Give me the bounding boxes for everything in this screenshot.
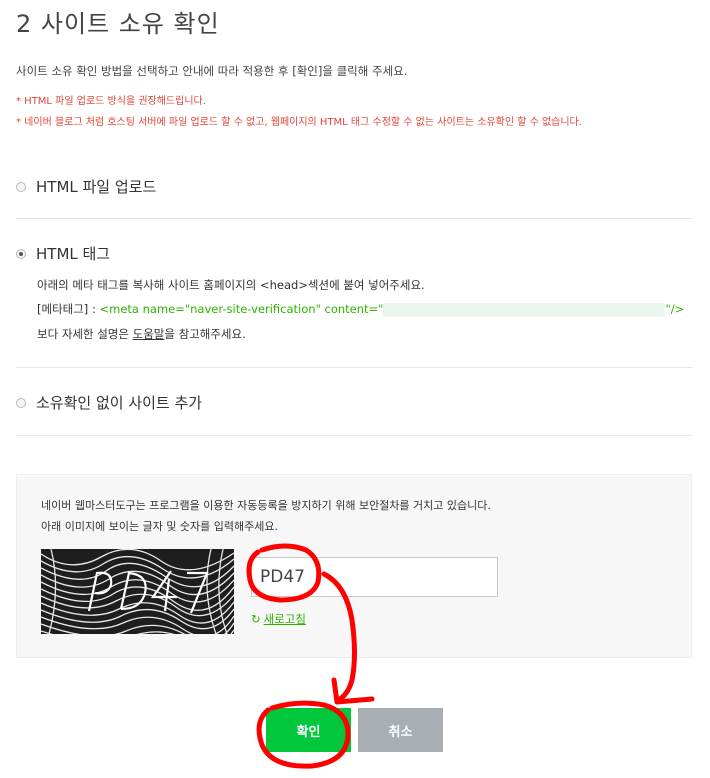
confirm-button[interactable]: 확인 bbox=[266, 708, 351, 752]
help-link[interactable]: 도움말 bbox=[133, 327, 165, 341]
captcha-image bbox=[41, 549, 234, 634]
divider bbox=[16, 435, 692, 436]
option-no-verify[interactable]: 소유확인 없이 사이트 추가 bbox=[16, 392, 692, 413]
html-tag-instruction: 아래의 메타 태그를 복사해 사이트 홈페이지의 <head>섹션에 붙여 넣어… bbox=[37, 278, 425, 292]
help-prefix: 보다 자세한 설명은 bbox=[37, 327, 133, 341]
radio-no-verify[interactable] bbox=[16, 397, 26, 408]
refresh-icon: ↻ bbox=[251, 612, 261, 626]
captcha-panel: 네이버 웹마스터도구는 프로그램을 이용한 자동등록을 방지하기 위해 보안절차… bbox=[16, 474, 692, 658]
cancel-button[interactable]: 취소 bbox=[358, 708, 443, 752]
option-html-tag-label: HTML 태그 bbox=[36, 245, 111, 263]
radio-html-tag[interactable] bbox=[16, 248, 26, 259]
option-html-file[interactable]: HTML 파일 업로드 bbox=[16, 176, 692, 197]
annotation-arrow-head bbox=[331, 677, 375, 705]
meta-tag-code-end: "/> bbox=[665, 302, 685, 316]
captcha-instruction: 아래 이미지에 보이는 글자 및 숫자를 입력해주세요. bbox=[41, 520, 278, 533]
notice-recommend: * HTML 파일 업로드 방식을 권장해드립니다. bbox=[16, 96, 206, 107]
page-title: 2 사이트 소유 확인 bbox=[16, 10, 220, 38]
option-html-file-label: HTML 파일 업로드 bbox=[36, 178, 157, 196]
notice-restriction: * 네이버 블로그 처럼 호스팅 서버에 파일 업로드 할 수 없고, 웹페이지… bbox=[16, 117, 582, 128]
refresh-label: 새로고침 bbox=[263, 612, 306, 626]
meta-tag-content-redacted bbox=[383, 302, 666, 317]
divider bbox=[16, 367, 692, 368]
captcha-refresh-link[interactable]: ↻ 새로고침 bbox=[251, 611, 306, 627]
help-row: 보다 자세한 설명은 도움말을 참고해주세요. bbox=[37, 326, 246, 342]
intro-text: 사이트 소유 확인 방법을 선택하고 안내에 따라 적용한 후 [확인]을 클릭… bbox=[16, 64, 408, 78]
meta-tag-row: [메타태그] : <meta name="naver-site-verifica… bbox=[37, 301, 684, 317]
radio-html-file[interactable] bbox=[16, 181, 26, 192]
meta-tag-prefix: [메타태그] : bbox=[37, 302, 100, 316]
captcha-input[interactable] bbox=[251, 557, 498, 597]
divider bbox=[16, 218, 692, 219]
help-suffix: 을 참고해주세요. bbox=[164, 327, 246, 341]
option-html-tag[interactable]: HTML 태그 bbox=[16, 243, 692, 264]
meta-tag-code-start[interactable]: <meta name="naver-site-verification" con… bbox=[99, 302, 383, 316]
captcha-description: 네이버 웹마스터도구는 프로그램을 이용한 자동등록을 방지하기 위해 보안절차… bbox=[41, 499, 491, 512]
option-no-verify-label: 소유확인 없이 사이트 추가 bbox=[36, 394, 203, 412]
